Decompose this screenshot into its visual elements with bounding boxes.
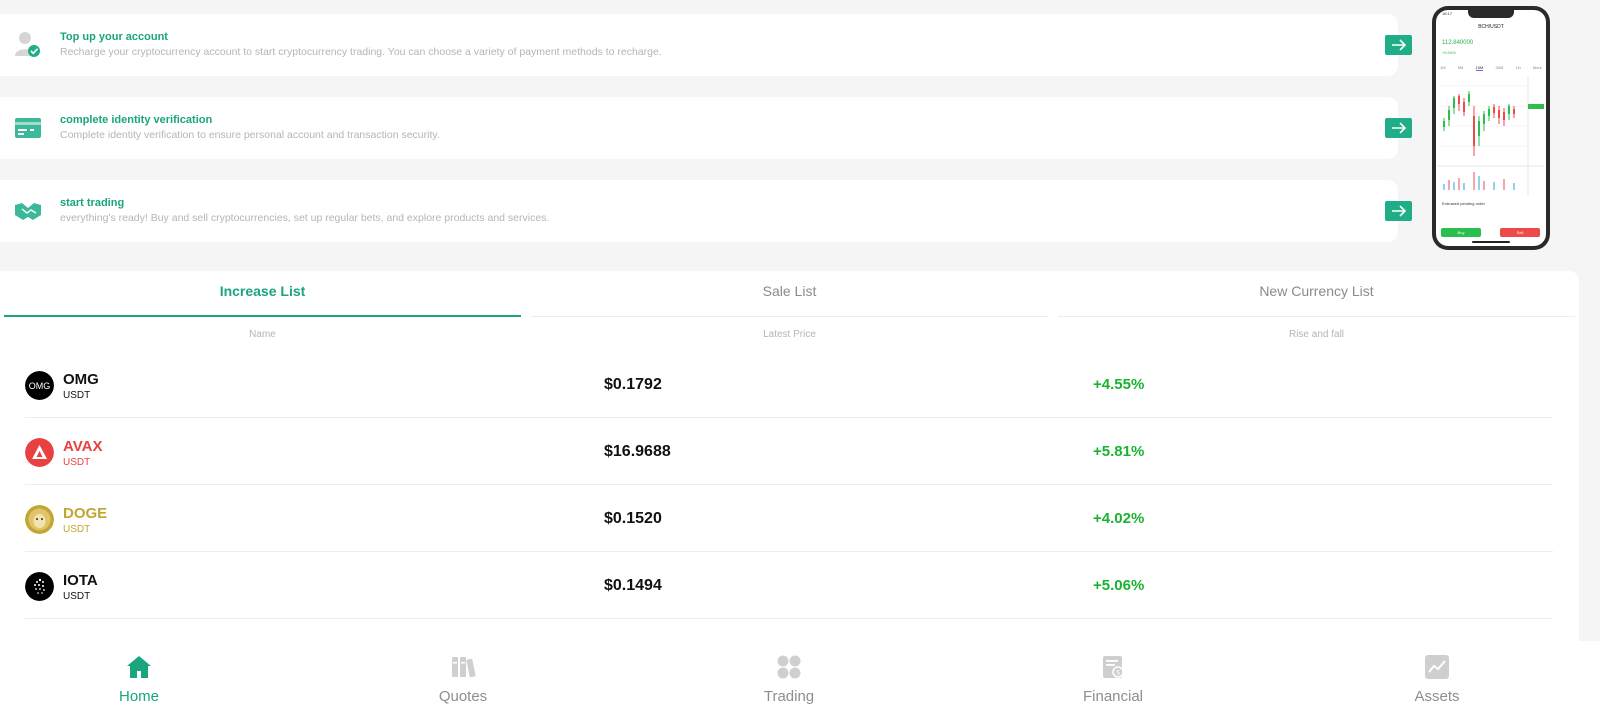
phone-buy-button: Buy	[1441, 228, 1481, 237]
quotes-icon	[452, 657, 476, 678]
phone-tab: 5M	[1457, 65, 1464, 70]
phone-notch	[1468, 10, 1514, 18]
step-description: everything's ready! Buy and sell cryptoc…	[60, 212, 550, 224]
topup-arrow-button[interactable]	[1385, 35, 1412, 55]
coin-symbol: AVAX	[63, 438, 103, 455]
column-header-name: Name	[249, 329, 276, 340]
phone-tab: 1M	[1440, 65, 1446, 70]
step-description: Recharge your cryptocurrency account to …	[60, 46, 662, 58]
bottom-navigation: Home Quotes Trading $ Financial Assets	[0, 641, 1600, 706]
coin-price: $16.9688	[604, 443, 671, 460]
svg-text:OMG: OMG	[29, 381, 51, 391]
arrow-right-icon	[1391, 205, 1406, 217]
handshake-icon	[15, 203, 41, 220]
coin-price: $0.1520	[604, 510, 662, 527]
phone-interval-tabs: 1M 5M 15M 30M 1H More	[1440, 65, 1542, 71]
coin-symbol: IOTA	[63, 572, 98, 589]
coin-quote: USDT	[63, 524, 91, 535]
phone-order-label: Entrusted pending order	[1442, 201, 1485, 206]
nav-label: Financial	[1082, 688, 1144, 705]
coin-change: +5.81%	[1093, 443, 1145, 460]
arrow-right-icon	[1391, 39, 1406, 51]
financial-icon: $	[1103, 656, 1124, 678]
coin-quote: USDT	[63, 390, 91, 401]
nav-label: Quotes	[438, 688, 488, 705]
phone-price: 112.840000	[1442, 40, 1474, 46]
omg-coin-icon: OMG	[25, 371, 54, 400]
trading-arrow-button[interactable]	[1385, 201, 1412, 221]
market-tabs: Increase List Sale List New Currency Lis…	[0, 271, 1579, 317]
coin-price: $0.1494	[604, 577, 662, 594]
market-row[interactable]: OMG OMG USDT $0.1792 +4.55%	[25, 351, 1553, 418]
tab-new-currency-list[interactable]: New Currency List	[1058, 271, 1575, 317]
phone-sell-button: Sell	[1500, 228, 1540, 237]
coin-change: +4.55%	[1093, 376, 1145, 393]
verification-arrow-button[interactable]	[1385, 118, 1412, 138]
arrow-right-icon	[1391, 122, 1406, 134]
market-row[interactable]: DOGE USDT $0.1520 +4.02%	[25, 485, 1553, 552]
trading-icon	[777, 655, 801, 679]
iota-coin-icon	[25, 572, 54, 601]
phone-mockup: 18:17 BCH/USDT 112.840000 +0.04% 1M 5M 1…	[1432, 6, 1550, 250]
coin-price: $0.1792	[604, 376, 662, 393]
market-panel: Increase List Sale List New Currency Lis…	[0, 271, 1579, 651]
step-title: Top up your account	[60, 31, 168, 43]
market-row[interactable]: IOTA USDT $0.1494 +5.06%	[25, 552, 1553, 619]
nav-label: Home	[118, 688, 159, 705]
coin-quote: USDT	[63, 591, 91, 602]
phone-candlestick-chart	[1438, 76, 1544, 196]
phone-change: +0.04%	[1442, 50, 1456, 55]
step-title: complete identity verification	[60, 114, 213, 126]
tab-increase-list[interactable]: Increase List	[4, 271, 521, 317]
step-title: start trading	[60, 197, 125, 209]
avax-coin-icon	[25, 438, 54, 467]
nav-financial[interactable]: $ Financial	[1013, 641, 1213, 706]
phone-tab: 1H	[1515, 65, 1521, 70]
nav-label: Trading	[763, 688, 815, 705]
market-row[interactable]: AVAX USDT $16.9688 +5.81%	[25, 418, 1553, 485]
nav-trading[interactable]: Trading	[689, 641, 889, 706]
step-verification-card[interactable]: complete identity verification Complete …	[0, 97, 1398, 159]
nav-home[interactable]: Home	[39, 641, 239, 706]
phone-pair-title: BCH/USDT	[1478, 24, 1504, 30]
step-trading-card[interactable]: start trading everything's ready! Buy an…	[0, 180, 1398, 242]
nav-label: Assets	[1414, 688, 1460, 705]
phone-tab: 30M	[1495, 65, 1504, 70]
coin-symbol: OMG	[63, 371, 99, 388]
home-icon	[127, 656, 151, 678]
nav-assets[interactable]: Assets	[1337, 641, 1537, 706]
coin-symbol: DOGE	[63, 505, 108, 522]
id-card-icon	[15, 118, 41, 138]
phone-home-indicator	[1472, 241, 1510, 243]
phone-tab: 15M	[1475, 65, 1484, 71]
phone-status-time: 18:17	[1442, 11, 1453, 16]
column-header-price: Latest Price	[763, 329, 816, 340]
phone-screen: 18:17 BCH/USDT 112.840000 +0.04% 1M 5M 1…	[1436, 10, 1546, 246]
coin-change: +4.02%	[1093, 510, 1145, 527]
coin-change: +5.06%	[1093, 577, 1145, 594]
coin-quote: USDT	[63, 457, 91, 468]
tab-sale-list[interactable]: Sale List	[531, 271, 1048, 317]
step-description: Complete identity verification to ensure…	[60, 129, 440, 141]
nav-quotes[interactable]: Quotes	[363, 641, 563, 706]
phone-tab: More	[1532, 65, 1542, 70]
column-header-change: Rise and fall	[1288, 329, 1345, 340]
assets-icon	[1425, 655, 1449, 679]
doge-coin-icon	[25, 505, 54, 534]
step-topup-card[interactable]: Top up your account Recharge your crypto…	[0, 14, 1398, 76]
user-check-icon	[15, 32, 40, 57]
